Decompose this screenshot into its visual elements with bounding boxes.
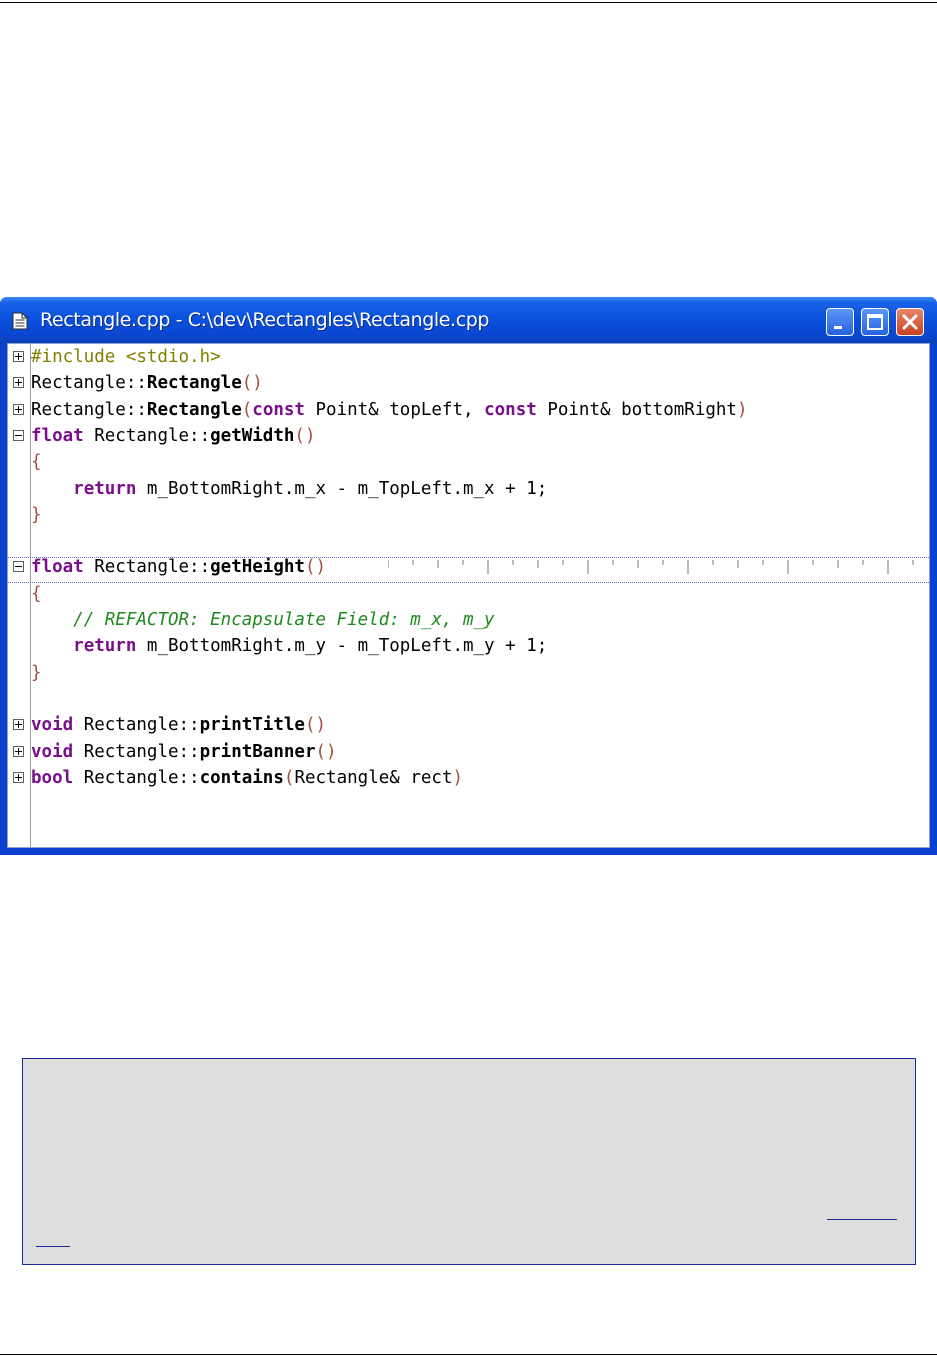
code-token: ) [736, 399, 748, 420]
code-token: Rectangle [146, 373, 242, 394]
expand-fold-button[interactable] [13, 771, 24, 783]
expand-fold-button[interactable] [13, 403, 24, 415]
code-line[interactable]: { [31, 449, 42, 475]
page-top-rule [0, 2, 937, 3]
code-token: float [31, 425, 84, 446]
code-token: // REFACTOR: Encapsulate Field: m_x, m_y [73, 610, 495, 630]
document-icon [12, 312, 28, 330]
note-link-underline-continued[interactable] [36, 1246, 70, 1247]
expand-fold-button[interactable] [13, 719, 24, 731]
code-token: Rectangle:: [73, 767, 200, 788]
note-box [22, 1058, 916, 1265]
code-token: Rectangle [146, 399, 242, 420]
current-line-bottom-border [8, 582, 929, 583]
code-token: contains [199, 767, 284, 788]
collapse-fold-button[interactable] [13, 429, 24, 441]
column-ruler-ticks [388, 560, 914, 574]
code-token: } [31, 504, 42, 525]
code-token: float [31, 557, 84, 578]
minus-icon [15, 566, 22, 568]
plus-icon [15, 379, 22, 387]
code-token: void [31, 741, 74, 762]
code-editor[interactable]: #include <stdio.h> Rectangle::Rectangle()… [7, 343, 930, 848]
page-bottom-rule [0, 1354, 937, 1355]
code-line[interactable]: float Rectangle::getHeight() [31, 554, 326, 580]
close-icon [902, 314, 918, 330]
code-token: { [31, 583, 42, 604]
code-token: Rectangle:: [83, 557, 211, 578]
code-token: getWidth [210, 425, 295, 446]
minus-icon [15, 434, 22, 436]
code-token: const [484, 399, 537, 420]
code-token: Rectangle:: [31, 373, 147, 394]
code-token: m_BottomRight.m_x - m_TopLeft.m_x + 1; [136, 478, 548, 499]
code-token: ( [283, 767, 295, 788]
code-line[interactable]: #include <stdio.h> [31, 344, 221, 370]
code-token: printTitle [199, 715, 305, 736]
code-token: m_BottomRight.m_y - m_TopLeft.m_y + 1; [136, 636, 548, 657]
minimize-icon [834, 326, 842, 329]
code-line[interactable]: void Rectangle::printBanner() [31, 739, 337, 765]
window-title: Rectangle.cpp - C:\dev\Rectangles\Rectan… [40, 309, 490, 331]
code-token: } [31, 662, 42, 683]
expand-fold-button[interactable] [13, 351, 24, 362]
code-line[interactable]: Rectangle::Rectangle() [31, 370, 263, 396]
plus-icon [15, 721, 22, 729]
code-token: () [315, 741, 337, 762]
plus-icon [15, 747, 22, 755]
code-token: Point& topLeft, [304, 399, 485, 420]
plus-icon [15, 773, 22, 781]
collapse-fold-button[interactable] [13, 561, 24, 573]
code-line[interactable]: Rectangle::Rectangle(const Point& topLef… [31, 397, 748, 423]
title-bar[interactable]: Rectangle.cpp - C:\dev\Rectangles\Rectan… [0, 297, 937, 343]
code-token: Rectangle& rect [294, 767, 453, 788]
code-token: const [252, 399, 305, 420]
close-button[interactable] [896, 308, 924, 336]
code-line[interactable]: void Rectangle::printTitle() [31, 712, 326, 738]
expand-fold-button[interactable] [13, 745, 24, 757]
code-line[interactable]: return m_BottomRight.m_x - m_TopLeft.m_x… [31, 476, 547, 502]
code-line[interactable]: // REFACTOR: Encapsulate Field: m_x, m_y [31, 607, 495, 633]
plus-icon [15, 405, 22, 413]
code-token: Rectangle:: [73, 741, 200, 762]
maximize-button[interactable] [861, 308, 889, 336]
editor-window: Rectangle.cpp - C:\dev\Rectangles\Rectan… [0, 297, 937, 855]
code-token: #include <stdio.h> [31, 347, 221, 367]
code-line[interactable]: { [31, 581, 42, 607]
code-token: Rectangle:: [83, 425, 211, 446]
code-line[interactable]: float Rectangle::getWidth() [31, 423, 316, 449]
code-line[interactable]: bool Rectangle::contains(Rectangle& rect… [31, 765, 463, 791]
code-token: () [241, 373, 263, 394]
code-token: void [31, 715, 74, 736]
code-token: Rectangle:: [73, 715, 200, 736]
code-token: ) [452, 767, 464, 788]
code-token: () [304, 715, 327, 736]
code-token: () [294, 425, 316, 446]
minimize-button[interactable] [826, 308, 854, 336]
code-token: { [31, 452, 42, 473]
code-token: () [304, 557, 327, 578]
current-line-top-border [8, 557, 929, 558]
code-token: Rectangle:: [31, 399, 147, 420]
code-token: getHeight [210, 557, 305, 578]
code-token: bool [31, 767, 74, 788]
expand-fold-button[interactable] [13, 377, 24, 389]
code-line[interactable]: } [31, 660, 42, 686]
code-line[interactable]: return m_BottomRight.m_y - m_TopLeft.m_y… [31, 633, 547, 659]
plus-icon [15, 353, 22, 360]
code-token: ( [241, 399, 253, 420]
code-token: printBanner [199, 741, 316, 762]
code-token: return [73, 636, 137, 657]
code-token: return [73, 478, 137, 499]
code-line[interactable]: } [31, 502, 42, 528]
note-link-underline[interactable] [827, 1219, 897, 1220]
maximize-icon [867, 314, 883, 330]
code-token: Point& bottomRight [536, 399, 737, 420]
